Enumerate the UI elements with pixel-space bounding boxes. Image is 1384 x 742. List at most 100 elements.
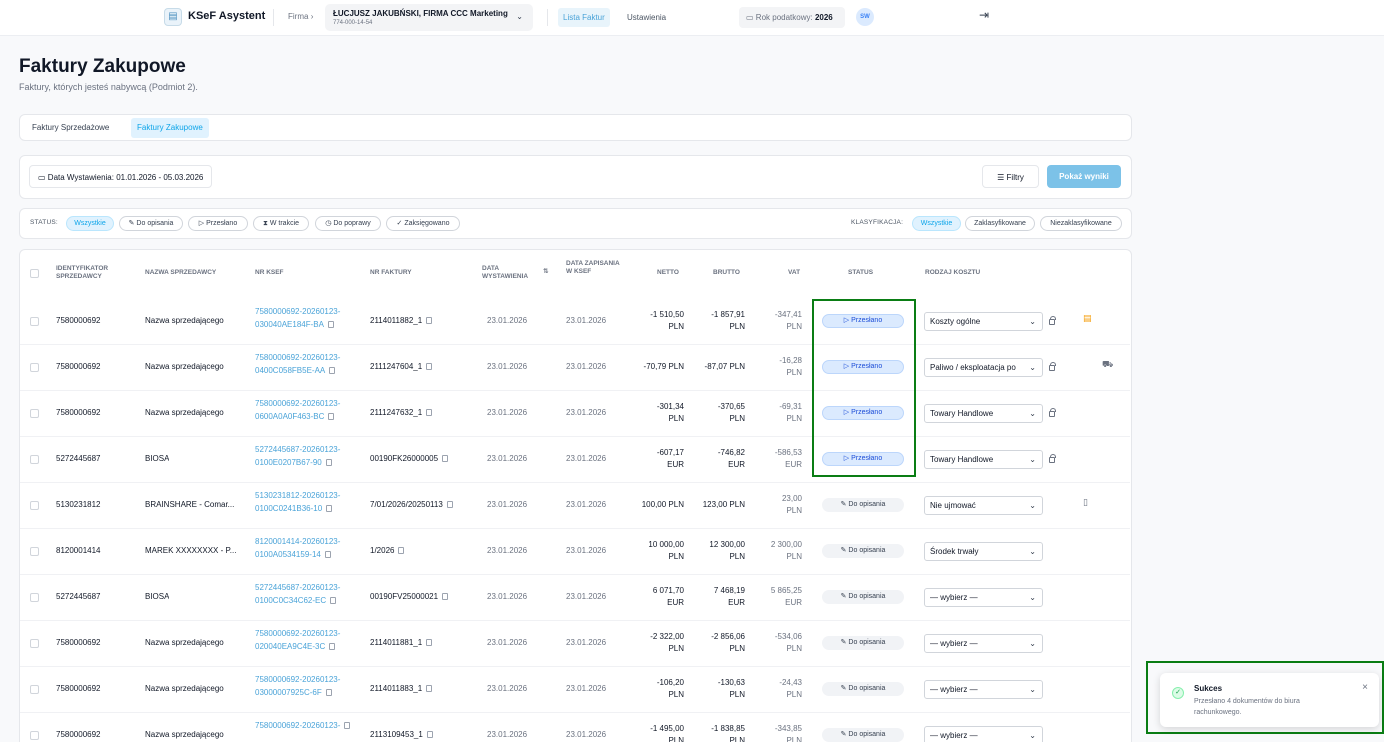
ksef-link[interactable]: 8120001414-20260123-0100A0534159-14 [255,535,365,561]
row-checkbox[interactable] [30,363,39,372]
cost-type-select[interactable]: Towary Handlowe ⌄ [924,404,1043,423]
copy-icon[interactable] [327,321,334,329]
invoice-number-cell: 00190FK26000005 [370,454,449,463]
copy-icon[interactable] [426,639,433,647]
row-checkbox[interactable] [30,409,39,418]
cost-type-select[interactable]: Nie ujmować ⌄ [924,496,1043,515]
status-chip-in-progress[interactable]: ⧗ W trakcie [253,216,309,231]
cost-type-select[interactable]: Paliwo / eksploatacja po ⌄ [924,358,1043,377]
copy-icon[interactable] [329,643,336,651]
copy-icon[interactable] [398,547,405,555]
ksef-link[interactable]: 7580000692-20260123-0400C058FB5E-AA [255,351,365,377]
copy-icon[interactable] [426,317,433,325]
nav-invoices[interactable]: Lista Faktur [558,8,610,27]
page-subtitle: Faktury, których jesteś nabywcą (Podmiot… [19,82,198,92]
nav-settings[interactable]: Ustawienia [627,13,666,22]
ksef-link[interactable]: 7580000692-20260123-03000007925C-6F [255,673,365,699]
vat-value: -24,43 PLN [742,677,802,701]
copy-icon[interactable] [326,505,333,513]
ksef-link[interactable]: 5130231812-20260123-0100C0241B36-10 [255,489,365,515]
tab-purchase[interactable]: Faktury Zakupowe [131,118,209,138]
cost-type-select[interactable]: Towary Handlowe ⌄ [924,450,1043,469]
cost-type-select[interactable]: Środek trwały ⌄ [924,542,1043,561]
seller-id: 7580000692 [56,362,101,371]
brutto-amount: -1 838,85 [711,724,745,733]
row-checkbox[interactable] [30,317,39,326]
copy-icon[interactable] [344,722,351,730]
vat-amount: -16,28 [779,356,802,365]
cost-type-select[interactable]: — wybierz — ⌄ [924,726,1043,742]
cost-type-select[interactable]: — wybierz — ⌄ [924,634,1043,653]
date-range-filter[interactable]: ▭ Data Wystawienia: 01.01.2026 - 05.03.2… [29,165,213,188]
cost-type-value: Towary Handlowe [930,409,994,418]
seller-name: Nazwa sprzedającego [145,684,224,693]
vat-amount: -347,41 [774,310,802,319]
row-checkbox[interactable] [30,455,39,464]
ksef-link[interactable]: 7580000692-20260123-030040AE184F-BA [255,305,365,331]
classification-chip-all[interactable]: Wszystkie [912,216,961,231]
ksef-number: 7580000692-20260123-0400C058FB5E-AA [255,353,341,375]
select-all-checkbox[interactable] [30,269,39,278]
avatar[interactable]: SW [856,8,874,26]
status-chip-booked[interactable]: ✓ Zaksięgowano [386,216,460,231]
row-checkbox[interactable] [30,501,39,510]
copy-icon[interactable] [325,459,332,467]
ksef-link[interactable]: 7580000692-20260123-0600A0A0F463-BC [255,397,365,423]
document-icon[interactable]: ▯ [1083,497,1088,508]
classification-chip-classified[interactable]: Zaklasyfikowane [965,216,1035,231]
row-checkbox[interactable] [30,639,39,648]
classification-chip-unclassified[interactable]: Niezaklasyfikowane [1040,216,1122,231]
row-checkbox[interactable] [30,685,39,694]
clock-icon: ◷ [325,220,332,227]
status-chip-all[interactable]: Wszystkie [66,216,114,231]
row-checkbox[interactable] [30,731,39,740]
netto-value: -1 510,50 PLN [614,309,684,333]
copy-icon[interactable] [426,409,433,417]
ksef-link[interactable]: 7580000692-20260123- [255,719,365,732]
status-chip-to-describe[interactable]: ✎ Do opisania [119,216,183,231]
status-chip-to-fix[interactable]: ◷ Do poprawy [315,216,381,231]
copy-icon[interactable] [329,367,336,375]
row-checkbox[interactable] [30,593,39,602]
logout-icon[interactable]: ⇥ [979,8,989,22]
chevron-down-icon: ⌄ [1029,731,1036,740]
copy-icon[interactable] [324,551,331,559]
copy-icon[interactable] [446,501,453,509]
cost-type-select[interactable]: — wybierz — ⌄ [924,588,1043,607]
sort-icon[interactable]: ⇅ [543,268,548,276]
header-issue-date[interactable]: DATA WYSTAWIENIA [482,265,537,281]
ksef-link[interactable]: 7580000692-20260123-020040EA9C4E-3C [255,627,365,653]
close-icon[interactable]: × [1362,682,1368,693]
copy-icon[interactable] [426,685,433,693]
cost-type-select[interactable]: Koszty ogólne ⌄ [924,312,1043,331]
status-badge: ✎ Do opisania [822,682,904,696]
car-icon[interactable]: ⛟ [1102,359,1113,371]
row-divider [20,482,1130,483]
brutto-amount: -370,65 [717,402,745,411]
row-checkbox[interactable] [30,547,39,556]
copy-icon[interactable] [442,593,449,601]
copy-icon[interactable] [328,413,335,421]
note-icon[interactable]: ▤ [1083,313,1092,324]
copy-icon[interactable] [442,455,449,463]
firm-selector[interactable]: ŁUCJUSZ JAKUBŃSKI, FIRMA CCC Marketing 7… [325,4,533,31]
filters-button[interactable]: ☰ Filtry [982,165,1039,188]
edit-icon: ✎ [128,220,135,227]
seller-name: Nazwa sprzedającego [145,408,224,417]
saved-date: 23.01.2026 [566,638,607,647]
tax-year-selector[interactable]: ▭ Rok podatkowy: 2026 [739,7,845,28]
copy-icon[interactable] [330,597,337,605]
copy-icon[interactable] [325,689,332,697]
chevron-down-icon: ⌄ [1029,593,1036,602]
status-chip-sent[interactable]: ▷ Przesłano [188,216,248,231]
ksef-link[interactable]: 5272445687-20260123-0100C0C34C62-EC [255,581,365,607]
invoice-number: 2111247632_1 [370,408,423,417]
copy-icon[interactable] [426,363,433,371]
row-divider [20,712,1130,713]
show-results-button[interactable]: Pokaż wyniki [1047,165,1121,188]
row-divider [20,436,1130,437]
ksef-link[interactable]: 5272445687-20260123-0100E0207B67-90 [255,443,365,469]
cost-type-select[interactable]: — wybierz — ⌄ [924,680,1043,699]
tab-sales[interactable]: Faktury Sprzedażowe [26,118,115,138]
copy-icon[interactable] [426,731,433,739]
